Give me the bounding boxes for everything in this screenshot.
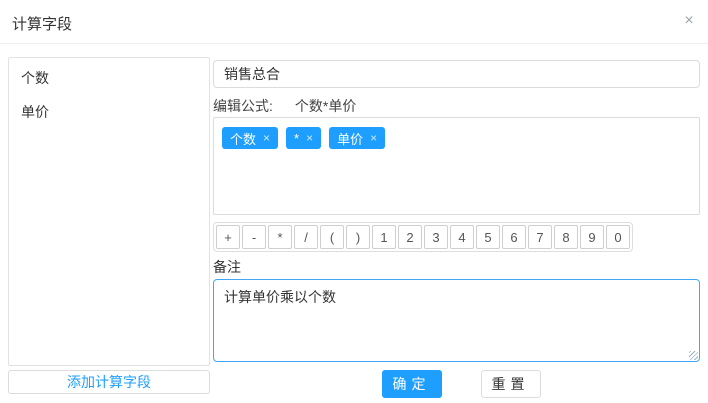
operator-key[interactable]: 3 [424, 225, 448, 249]
add-calc-field-button[interactable]: 添加计算字段 [8, 370, 210, 394]
operator-key[interactable]: 4 [450, 225, 474, 249]
textarea-resize-handle[interactable] [689, 351, 698, 360]
operator-key[interactable]: 6 [502, 225, 526, 249]
formula-chip[interactable]: 个数 × [222, 127, 278, 149]
title-divider [0, 43, 708, 44]
dialog-title: 计算字段 [12, 13, 72, 34]
formula-label: 编辑公式: [213, 98, 273, 114]
calc-field-dialog: 计算字段 × 个数单价 添加计算字段 编辑公式:个数*单价 个数×*×单价× +… [0, 0, 708, 403]
operator-key[interactable]: ( [320, 225, 344, 249]
operator-key[interactable]: * [268, 225, 292, 249]
operator-key[interactable]: 2 [398, 225, 422, 249]
chip-remove-icon[interactable]: × [263, 132, 270, 144]
operator-keypad: +-*/()1234567890 [213, 222, 633, 252]
reset-button[interactable]: 重置 [481, 370, 541, 398]
formula-chip[interactable]: *× [286, 127, 321, 149]
formula-chip-label: 单价 [337, 129, 363, 148]
operator-key[interactable]: / [294, 225, 318, 249]
field-list-item[interactable]: 单价 [9, 95, 209, 129]
operator-key[interactable]: 9 [580, 225, 604, 249]
operator-key[interactable]: 8 [554, 225, 578, 249]
remark-label: 备注 [213, 257, 241, 277]
field-list-panel: 个数单价 [8, 57, 210, 366]
operator-key[interactable]: ) [346, 225, 370, 249]
operator-key[interactable]: 1 [372, 225, 396, 249]
operator-key[interactable]: 0 [606, 225, 630, 249]
chip-remove-icon[interactable]: × [306, 132, 313, 144]
formula-label-row: 编辑公式: 个数*单价 [213, 96, 356, 116]
field-name-input[interactable] [213, 60, 700, 88]
formula-chip-label: * [294, 131, 299, 146]
formula-preview: 个数*单价 [295, 98, 356, 114]
formula-chip-label: 个数 [230, 129, 256, 148]
operator-key[interactable]: 5 [476, 225, 500, 249]
chip-remove-icon[interactable]: × [370, 132, 377, 144]
operator-key[interactable]: + [216, 225, 240, 249]
operator-key[interactable]: - [242, 225, 266, 249]
close-icon[interactable]: × [678, 10, 700, 32]
remark-textarea[interactable]: 计算单价乘以个数 [213, 279, 700, 362]
field-list-item[interactable]: 个数 [9, 61, 209, 95]
confirm-button[interactable]: 确定 [382, 370, 442, 398]
formula-chip[interactable]: 单价 × [329, 127, 385, 149]
formula-editor-area[interactable]: 个数×*×单价× [213, 117, 700, 215]
operator-key[interactable]: 7 [528, 225, 552, 249]
